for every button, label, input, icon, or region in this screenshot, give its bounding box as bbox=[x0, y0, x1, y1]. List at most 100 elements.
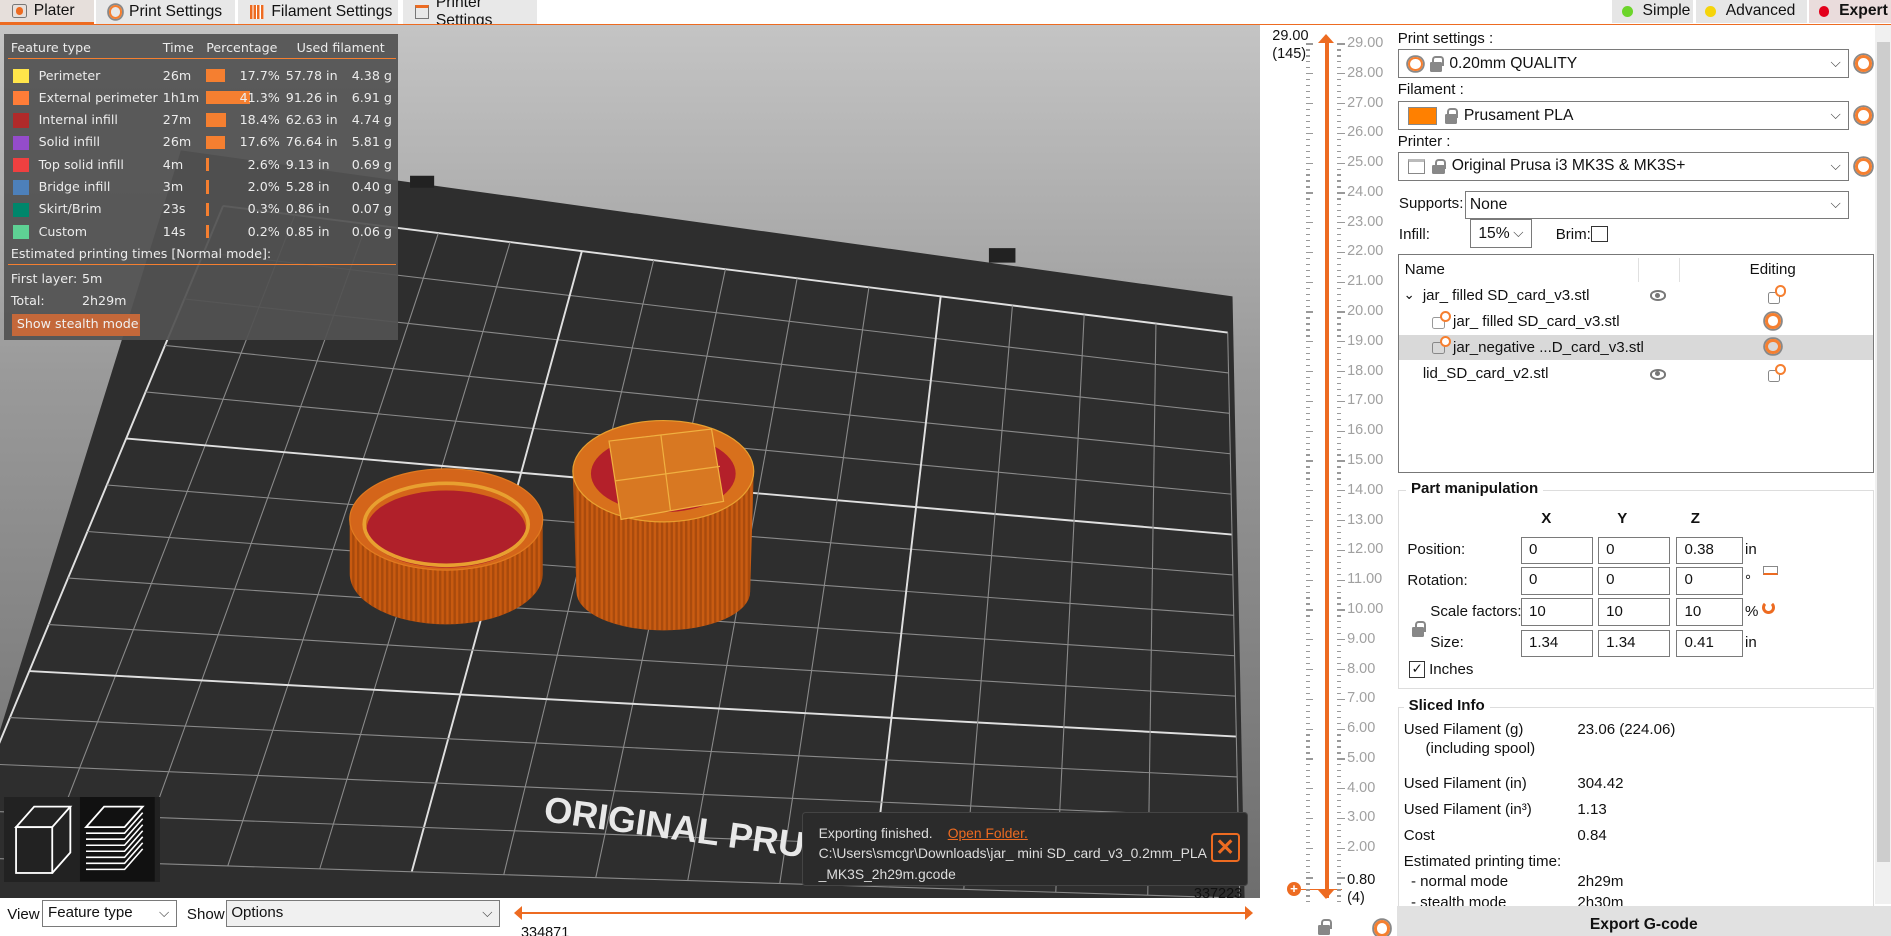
lock-icon[interactable] bbox=[1318, 918, 1332, 935]
eye-icon[interactable] bbox=[1649, 290, 1667, 302]
edit-print-settings-icon[interactable] bbox=[1854, 55, 1872, 73]
scale-z-input[interactable]: 10 bbox=[1676, 598, 1743, 626]
mode-advanced-button[interactable]: Advanced bbox=[1695, 0, 1807, 23]
tab-filament-settings[interactable]: Filament Settings bbox=[237, 0, 398, 25]
list-item-object[interactable]: lid_SD_card_v2.stl bbox=[1399, 362, 1873, 387]
drop-to-bed-icon[interactable] bbox=[1763, 565, 1778, 576]
tick-mark bbox=[1337, 234, 1342, 236]
rotation-y-input[interactable]: 0 bbox=[1597, 566, 1671, 595]
tick-mark bbox=[1306, 895, 1310, 897]
tick-mark bbox=[1306, 639, 1314, 641]
right-thumb[interactable] bbox=[1244, 905, 1253, 920]
feature-weight: 6.91 g bbox=[351, 89, 392, 105]
tick-mark bbox=[1306, 740, 1310, 742]
tick-mark bbox=[1306, 508, 1310, 510]
tick-mark bbox=[1337, 871, 1342, 873]
close-notification-button[interactable]: ✕ bbox=[1210, 833, 1240, 863]
object-settings-icon[interactable] bbox=[1767, 363, 1787, 383]
layers-view-icon[interactable] bbox=[79, 797, 155, 882]
size-label: Size: bbox=[1430, 634, 1464, 652]
filament-combo[interactable]: Prusament PLA ⌵ bbox=[1397, 101, 1849, 131]
scale-x-input[interactable]: 10 bbox=[1520, 598, 1594, 626]
list-item-negative-volume[interactable]: jar_negative ...D_card_v3.stl bbox=[1398, 335, 1873, 361]
brim-checkbox[interactable] bbox=[1590, 225, 1608, 243]
position-label: Position: bbox=[1407, 541, 1466, 559]
tick-mark bbox=[1306, 85, 1310, 87]
view-toggle-group bbox=[3, 797, 161, 882]
position-z-input[interactable]: 0.38 bbox=[1676, 536, 1743, 565]
gear-icon[interactable] bbox=[1765, 338, 1781, 355]
filament-color-swatch[interactable] bbox=[1408, 106, 1438, 125]
edit-filament-icon[interactable] bbox=[1854, 107, 1872, 125]
list-item-object[interactable]: ⌄ jar_ filled SD_card_v3.stl bbox=[1399, 283, 1873, 308]
rotation-z-input[interactable]: 0 bbox=[1676, 566, 1743, 595]
tick-mark bbox=[1306, 573, 1310, 575]
tick-mark bbox=[1306, 811, 1310, 814]
tick-mark bbox=[1337, 651, 1342, 653]
open-folder-link[interactable]: Open Folder. bbox=[948, 825, 1028, 841]
tick-mark bbox=[1337, 555, 1342, 557]
size-x-input[interactable]: 1.34 bbox=[1520, 629, 1594, 658]
size-z-input[interactable]: 0.41 bbox=[1676, 629, 1743, 658]
mode-simple-button[interactable]: Simple bbox=[1612, 0, 1694, 23]
input-value: 10 bbox=[1684, 602, 1702, 620]
bottom-layer-height: 0.80 bbox=[1347, 871, 1376, 888]
position-y-input[interactable]: 0 bbox=[1597, 536, 1671, 565]
tick-mark bbox=[1306, 412, 1310, 414]
view-type-select[interactable]: Feature type ⌵ bbox=[42, 899, 178, 928]
tick-mark bbox=[1306, 823, 1310, 826]
inches-checkbox[interactable]: ✓ bbox=[1408, 660, 1426, 678]
object-name: lid_SD_card_v2.stl bbox=[1422, 365, 1549, 383]
chevron-down-icon[interactable]: ⌄ bbox=[1404, 287, 1415, 303]
gear-icon[interactable] bbox=[1765, 313, 1781, 329]
3d-preview-canvas[interactable]: ORIGINAL PRUSA i3 MK3S Feature type Time… bbox=[0, 25, 1261, 899]
tab-plater[interactable]: Plater bbox=[0, 0, 95, 25]
edit-printer-icon[interactable] bbox=[1854, 157, 1872, 175]
sidebar-scrollbar[interactable] bbox=[1875, 25, 1891, 905]
size-y-input[interactable]: 1.34 bbox=[1597, 629, 1671, 658]
object-settings-icon[interactable] bbox=[1767, 285, 1787, 304]
mode-expert-button[interactable]: Expert bbox=[1808, 0, 1891, 23]
export-gcode-button[interactable]: Export G-code bbox=[1396, 905, 1891, 936]
color-swatch bbox=[13, 180, 29, 195]
tick-mark bbox=[1306, 668, 1314, 671]
plater-icon bbox=[12, 3, 27, 19]
total-value: 2h29m bbox=[81, 293, 127, 309]
gear-icon[interactable] bbox=[1373, 920, 1391, 936]
upper-thumb[interactable] bbox=[1318, 33, 1335, 43]
infill-combo[interactable]: 15% ⌵ bbox=[1470, 219, 1532, 249]
lock-icon[interactable] bbox=[1412, 621, 1426, 637]
move-slider-track[interactable] bbox=[516, 911, 1245, 915]
printer-combo[interactable]: Original Prusa i3 MK3S & MK3S+ ⌵ bbox=[1397, 151, 1849, 181]
scale-y-input[interactable]: 10 bbox=[1597, 598, 1671, 626]
layer-slider[interactable]: 29.00 (145) + 29.00 28.00 27.00 26.00 25.00 2… bbox=[1260, 25, 1393, 936]
input-value: 1.34 bbox=[1528, 634, 1559, 652]
supports-combo[interactable]: None ⌵ bbox=[1465, 190, 1849, 220]
tick-mark bbox=[1306, 150, 1310, 152]
eye-icon[interactable] bbox=[1649, 368, 1667, 380]
reset-scale-icon[interactable] bbox=[1761, 600, 1776, 614]
editing-column-header[interactable]: Editing bbox=[1750, 261, 1796, 278]
tab-printer-settings[interactable]: Printer Settings bbox=[402, 0, 537, 29]
lower-thumb[interactable] bbox=[1318, 890, 1335, 900]
list-item-part[interactable]: jar_ filled SD_card_v3.stl bbox=[1399, 310, 1873, 335]
tick-mark bbox=[1337, 269, 1342, 271]
3d-view-icon[interactable] bbox=[13, 805, 72, 875]
tick-mark bbox=[1337, 567, 1342, 569]
show-stealth-mode-button[interactable]: Show stealth mode bbox=[12, 313, 140, 337]
print-settings-combo[interactable]: 0.20mm QUALITY ⌵ bbox=[1397, 49, 1849, 79]
left-thumb[interactable] bbox=[514, 905, 522, 920]
tab-print-settings[interactable]: Print Settings bbox=[96, 0, 236, 25]
tick-mark bbox=[1306, 472, 1310, 474]
name-column-header[interactable]: Name bbox=[1405, 261, 1445, 278]
rotation-x-input[interactable]: 0 bbox=[1520, 566, 1594, 595]
slider-track[interactable] bbox=[1325, 42, 1329, 899]
feature-length: 57.78 in bbox=[285, 67, 338, 83]
part-manipulation-title: Part manipulation bbox=[1406, 479, 1543, 497]
tick-mark bbox=[1306, 627, 1310, 629]
sliced-in3-value: 1.13 bbox=[1577, 800, 1607, 818]
tick-mark bbox=[1337, 85, 1342, 87]
show-options-select[interactable]: Options ⌵ bbox=[225, 899, 501, 928]
add-color-change-icon[interactable]: + bbox=[1286, 881, 1302, 897]
position-x-input[interactable]: 0 bbox=[1520, 536, 1594, 565]
